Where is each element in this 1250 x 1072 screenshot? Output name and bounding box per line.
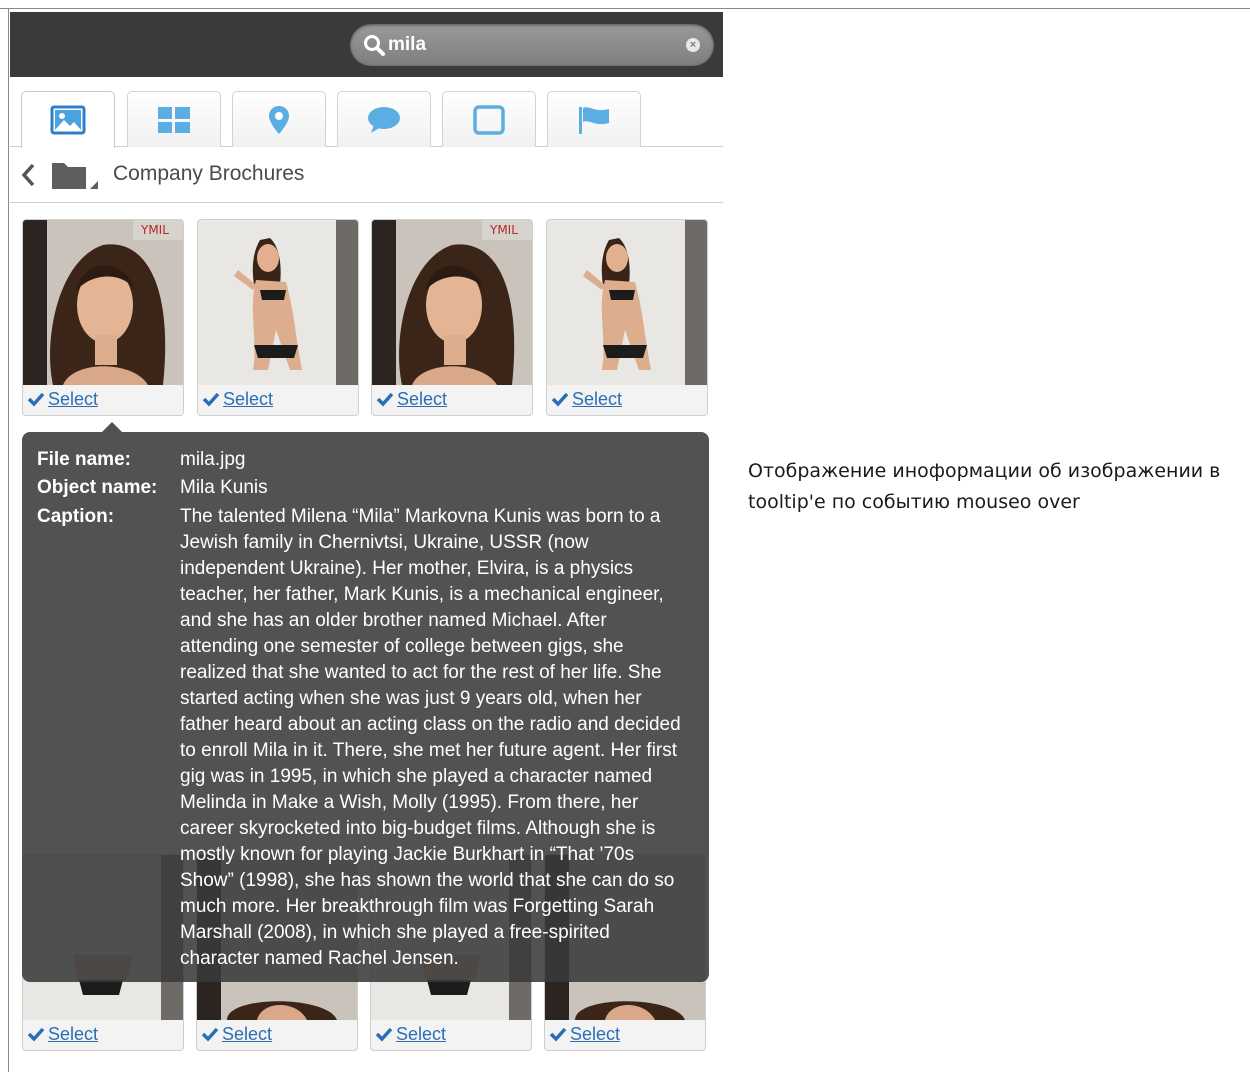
checkmark-icon <box>202 392 220 407</box>
grid-icon <box>158 106 190 133</box>
search-input[interactable] <box>388 30 678 60</box>
tab-tiles[interactable] <box>127 91 221 147</box>
tab-comments[interactable] <box>337 91 431 147</box>
tab-location[interactable] <box>232 91 326 147</box>
asset-browser-panel: × <box>10 12 723 1072</box>
tab-bar <box>10 91 723 148</box>
select-link[interactable]: Select <box>570 1024 620 1045</box>
select-control[interactable]: Select <box>375 1022 446 1046</box>
image-card[interactable]: Select <box>546 219 708 416</box>
caption-label: Caption: <box>37 506 115 527</box>
checkmark-icon <box>551 392 569 407</box>
checkmark-icon <box>549 1027 567 1042</box>
checkmark-icon <box>27 392 45 407</box>
select-link[interactable]: Select <box>48 389 98 410</box>
breadcrumb-title: Company Brochures <box>113 162 305 185</box>
select-control[interactable]: Select <box>551 387 622 411</box>
select-link[interactable]: Select <box>396 1024 446 1045</box>
caption-text: The talented Milena “Mila” Markovna Kuni… <box>180 506 681 969</box>
object-name-value: Mila Kunis <box>180 477 268 498</box>
select-control[interactable]: Select <box>376 387 447 411</box>
tab-frame[interactable] <box>442 91 536 147</box>
tab-images[interactable] <box>21 91 115 148</box>
select-control[interactable]: Select <box>27 1022 98 1046</box>
image-card[interactable]: YMIL Select <box>371 219 533 416</box>
tooltip-arrow <box>102 422 122 432</box>
select-link[interactable]: Select <box>222 1024 272 1045</box>
image-thumbnail[interactable] <box>198 220 358 385</box>
chevron-left-icon[interactable] <box>20 162 36 188</box>
square-icon <box>473 104 505 135</box>
select-control[interactable]: Select <box>202 387 273 411</box>
folder-icon <box>52 163 98 189</box>
breadcrumb: Company Brochures <box>10 148 723 203</box>
select-link[interactable]: Select <box>223 389 273 410</box>
svg-text:YMIL: YMIL <box>489 223 518 237</box>
select-control[interactable]: Select <box>549 1022 620 1046</box>
image-card[interactable]: Select <box>197 219 359 416</box>
image-icon <box>50 105 86 135</box>
image-card[interactable]: YMIL Select <box>22 219 184 416</box>
top-bar: × <box>10 12 723 77</box>
checkmark-icon <box>27 1027 45 1042</box>
image-info-tooltip: File name: mila.jpg Object name: Mila Ku… <box>22 422 709 982</box>
svg-text:YMIL: YMIL <box>140 223 169 237</box>
checkmark-icon <box>376 392 394 407</box>
map-pin-icon <box>269 105 289 134</box>
speech-bubble-icon <box>368 106 400 133</box>
select-link[interactable]: Select <box>48 1024 98 1045</box>
file-name-value: mila.jpg <box>180 449 246 470</box>
image-thumbnail[interactable] <box>547 220 707 385</box>
image-thumbnail[interactable]: YMIL <box>372 220 532 385</box>
clear-search-icon[interactable]: × <box>686 38 700 52</box>
search-box[interactable]: × <box>350 24 714 66</box>
checkmark-icon <box>201 1027 219 1042</box>
checkmark-icon <box>375 1027 393 1042</box>
tab-flag[interactable] <box>547 91 641 147</box>
select-control[interactable]: Select <box>201 1022 272 1046</box>
select-link[interactable]: Select <box>572 389 622 410</box>
object-name-label: Object name: <box>37 477 158 498</box>
file-name-label: File name: <box>37 449 131 470</box>
frame-border-top <box>0 8 1250 9</box>
image-thumbnail[interactable]: YMIL <box>23 220 183 385</box>
annotation-note: Отображение иноформации об изображении в… <box>748 460 1221 513</box>
flag-icon <box>579 106 609 134</box>
select-control[interactable]: Select <box>27 387 98 411</box>
search-icon <box>364 35 385 56</box>
select-link[interactable]: Select <box>397 389 447 410</box>
frame-border-left <box>8 8 9 1072</box>
